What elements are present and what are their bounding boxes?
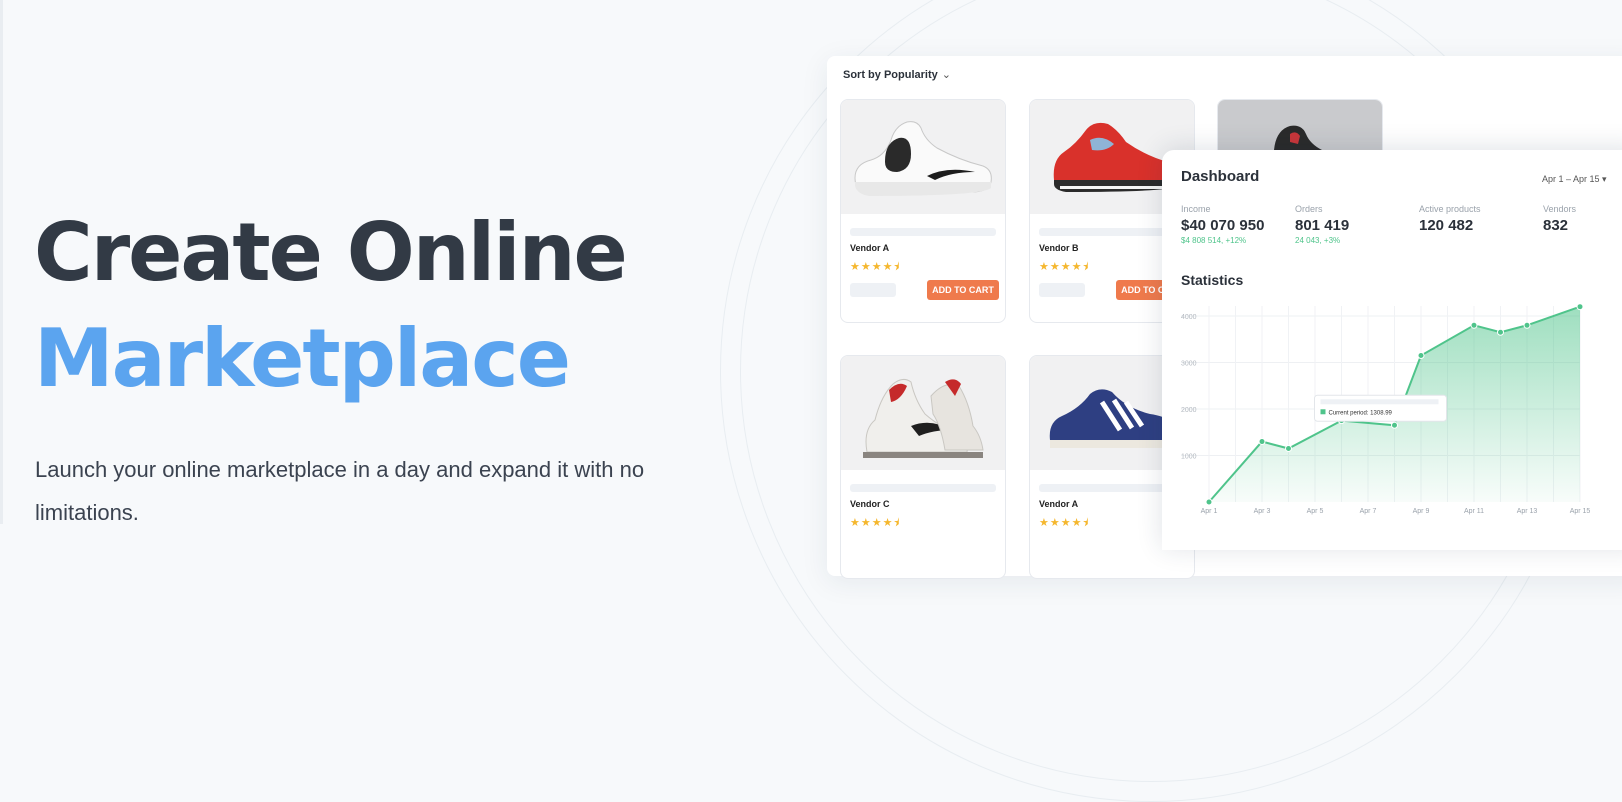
data-point (1391, 421, 1398, 429)
metric-label: Active products (1419, 204, 1481, 214)
data-point (1417, 352, 1425, 360)
vendor-name[interactable]: Vendor A (850, 243, 889, 253)
data-point (1470, 321, 1478, 329)
metric-change: $4 808 514, +12% (1181, 236, 1247, 245)
product-card[interactable]: Vendor C ★★★★⯨ (840, 355, 1006, 579)
x-tick-label: Apr 9 (1413, 508, 1430, 515)
data-point (1497, 328, 1504, 336)
x-tick-label: Apr 1 (1201, 508, 1218, 515)
date-range-selector[interactable]: Apr 1 – Apr 15 ▾ (1542, 174, 1607, 185)
y-tick-label: 2000 (1181, 407, 1197, 414)
statistics-chart: 4000 3000 2000 1000 Apr 1 Apr 3 Apr 5 Apr 7 Apr … (1181, 303, 1591, 515)
data-point (1258, 438, 1266, 446)
hero-section: Create Online Marketplace Launch your on… (0, 0, 760, 525)
hero-title-line1: Create Online (34, 206, 628, 299)
metric-income: Income $40 070 950 $4 808 514, +12% (1181, 204, 1264, 245)
data-point (1205, 498, 1213, 506)
vendor-name[interactable]: Vendor A (1039, 499, 1078, 509)
price-placeholder (1039, 283, 1085, 297)
x-tick-label: Apr 3 (1254, 508, 1271, 515)
metric-label: Orders (1295, 204, 1323, 214)
metric-orders: Orders 801 419 24 043, +3% (1295, 204, 1349, 245)
title-placeholder (850, 228, 996, 236)
vendor-name[interactable]: Vendor C (850, 499, 890, 509)
star-rating: ★★★★⯨ (850, 261, 901, 273)
hero-title-line2: Marketplace (34, 312, 571, 405)
product-card[interactable]: Vendor A ★★★★⯨ ADD TO CART (840, 99, 1006, 323)
metric-label: Income (1181, 204, 1211, 214)
data-point (1523, 321, 1531, 329)
vendor-name[interactable]: Vendor B (1039, 243, 1079, 253)
left-edge-divider (0, 0, 3, 524)
metric-value: 832 (1543, 217, 1569, 234)
star-rating: ★★★★⯨ (1039, 261, 1090, 273)
x-tick-label: Apr 7 (1360, 508, 1377, 515)
y-tick-label: 3000 (1181, 361, 1197, 368)
add-to-cart-button[interactable]: ADD TO CART (927, 280, 999, 300)
data-point (1576, 303, 1584, 311)
metric-active-products: Active products 120 482 (1419, 204, 1481, 234)
price-placeholder (850, 283, 896, 297)
x-tick-label: Apr 15 (1570, 508, 1591, 515)
tooltip-text: Current period: 1308.99 (1329, 410, 1393, 416)
metric-value: $40 070 950 (1181, 217, 1265, 234)
sort-dropdown[interactable]: Sort by Popularity ⌄ (843, 68, 951, 81)
high-top-sneaker-image (841, 356, 1005, 470)
metric-vendors: Vendors 832 (1543, 204, 1576, 234)
y-tick-label: 4000 (1181, 314, 1197, 321)
title-placeholder (850, 484, 996, 492)
dashboard-panel: Dashboard Apr 1 – Apr 15 ▾ Income $40 07… (1162, 150, 1622, 550)
y-tick-label: 1000 (1181, 454, 1197, 461)
white-sneaker-image (841, 100, 1005, 214)
metric-value: 120 482 (1419, 217, 1474, 234)
data-point (1285, 445, 1292, 453)
sort-label: Sort by Popularity (843, 69, 938, 81)
chevron-down-icon: ⌄ (941, 69, 951, 81)
metric-label: Vendors (1543, 204, 1577, 214)
x-tick-label: Apr 13 (1517, 508, 1538, 515)
metric-change: 24 043, +3% (1295, 236, 1341, 245)
x-tick-label: Apr 5 (1307, 508, 1324, 515)
metric-value: 801 419 (1295, 217, 1350, 234)
x-tick-label: Apr 11 (1464, 508, 1484, 515)
dashboard-title: Dashboard (1181, 168, 1260, 185)
hero-subtitle: Launch your online marketplace in a day … (35, 457, 645, 525)
statistics-title: Statistics (1181, 272, 1244, 288)
chart-tooltip: Current period: 1308.99 (1314, 394, 1447, 422)
